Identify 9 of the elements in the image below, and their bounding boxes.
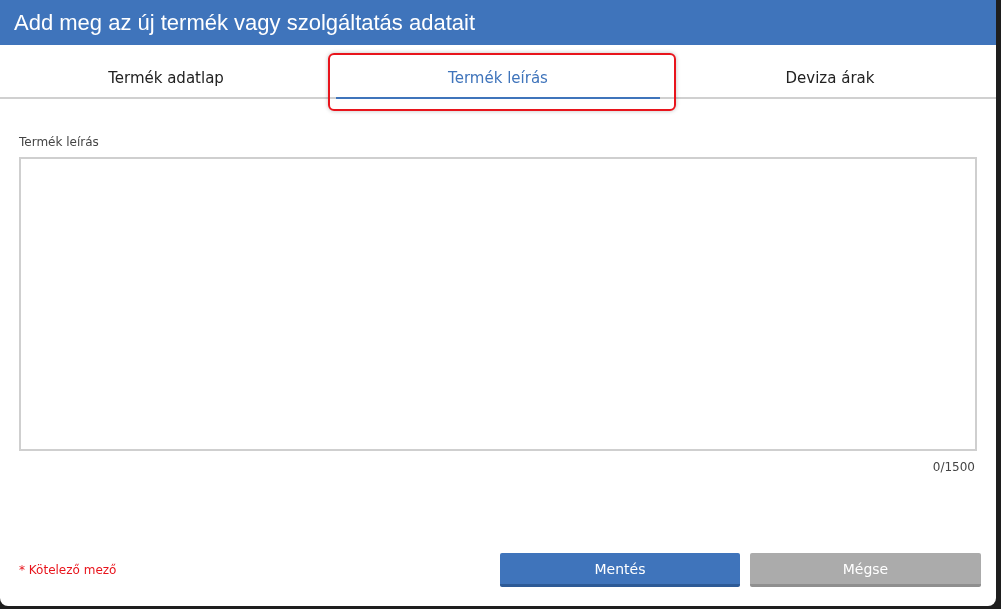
character-counter: 0/1500 — [932, 460, 975, 474]
save-button[interactable]: Mentés — [500, 553, 740, 587]
field-label: Termék leírás — [19, 135, 100, 149]
dialog-title: Add meg az új termék vagy szolgáltatás adatait — [0, 0, 996, 45]
tab[interactable]: Deviza árak — [668, 59, 992, 99]
tab[interactable]: Termék adatlap — [4, 59, 328, 99]
tab[interactable]: Termék leírás — [336, 59, 660, 99]
required-note: * Kötelező mező — [19, 563, 118, 577]
description-field[interactable] — [19, 157, 977, 451]
